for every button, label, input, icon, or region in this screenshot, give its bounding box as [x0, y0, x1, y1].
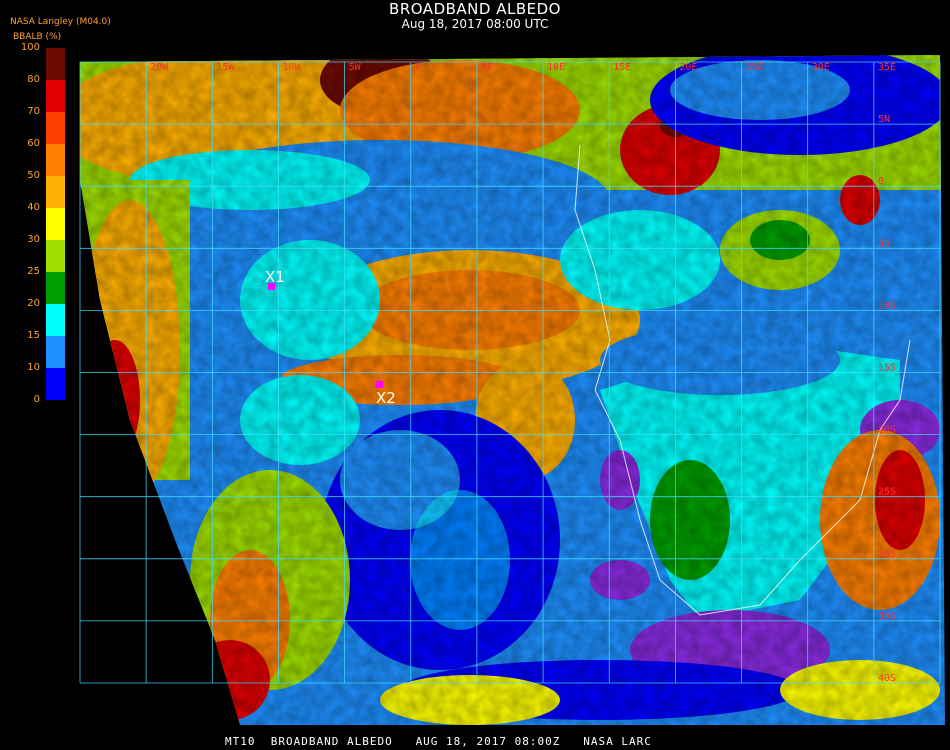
- colorbar-tick-label: 100: [20, 42, 40, 53]
- longitude-label: 15E: [613, 62, 631, 73]
- colorbar-tick-label: 50: [27, 170, 40, 181]
- colorbar-tick-label: 10: [27, 362, 40, 373]
- latitude-label: 5N: [878, 114, 890, 125]
- longitude-label: 20W: [150, 62, 169, 73]
- longitude-label: 30E: [812, 62, 830, 73]
- latitude-label: 40S: [878, 673, 896, 684]
- latitude-label: 10S: [878, 300, 896, 311]
- map-title: BROADBAND ALBEDO: [389, 0, 561, 18]
- colorbar-tick-label: 0: [33, 394, 40, 405]
- albedo-map: 20W 15W 10W 5W 0 5E 10E 15E 20E 25E 30E 35E 5N 0 5S 10S…: [79, 55, 945, 725]
- colorbar-swatch: [46, 144, 65, 176]
- source-label: NASA Langley (M04.0): [10, 17, 111, 27]
- longitude-label: 15W: [216, 62, 235, 73]
- colorbar-tick-label: 60: [27, 138, 40, 149]
- latitude-label: 30S: [878, 549, 896, 560]
- longitude-label: 5W: [349, 62, 362, 73]
- longitude-label: 5E: [481, 62, 493, 73]
- footer-caption: MT10 BROADBAND ALBEDO AUG 18, 2017 08:00…: [225, 735, 652, 748]
- colorbar-swatch: [46, 240, 65, 272]
- colorbar-tick-label: 30: [27, 234, 40, 245]
- longitude-label: 35E: [878, 62, 896, 73]
- colorbar-tick-label: 70: [27, 106, 40, 117]
- colorbar-swatch: [46, 336, 65, 368]
- latitude-label: 20S: [878, 425, 896, 436]
- colorbar-swatch: [46, 208, 65, 240]
- latitude-label: 35S: [878, 611, 896, 622]
- colorbar-swatch: [46, 368, 65, 400]
- latitude-label: 5S: [878, 238, 890, 249]
- longitude-label: 0: [415, 62, 421, 73]
- latitude-label: 15S: [878, 363, 896, 374]
- colorbar-tick-label: 80: [27, 74, 40, 85]
- colorbar-swatch: [46, 80, 65, 112]
- marker-x1-label: X1: [265, 268, 285, 286]
- marker-x2-label: X2: [376, 389, 396, 407]
- colorbar-tick-label: 15: [27, 330, 40, 341]
- latitude-label: 25S: [878, 487, 896, 498]
- map-subtitle: Aug 18, 2017 08:00 UTC: [401, 17, 549, 31]
- longitude-label: 10W: [282, 62, 301, 73]
- colorbar-tick-label: 40: [27, 202, 40, 213]
- colorbar-tick-label: 20: [27, 298, 40, 309]
- colorbar-swatch: [46, 272, 65, 304]
- colorbar-swatch: [46, 176, 65, 208]
- colorbar-swatch: [46, 48, 65, 80]
- colorbar-swatch: [46, 304, 65, 336]
- unit-label: BBALB (%): [13, 32, 62, 42]
- longitude-label: 10E: [547, 62, 565, 73]
- colorbar-tick-label: 25: [27, 266, 40, 277]
- marker-x2: [376, 381, 383, 388]
- latitude-label: 0: [878, 176, 884, 187]
- longitude-label: 25E: [746, 62, 764, 73]
- colorbar-swatch: [46, 112, 65, 144]
- longitude-label: 20E: [679, 62, 697, 73]
